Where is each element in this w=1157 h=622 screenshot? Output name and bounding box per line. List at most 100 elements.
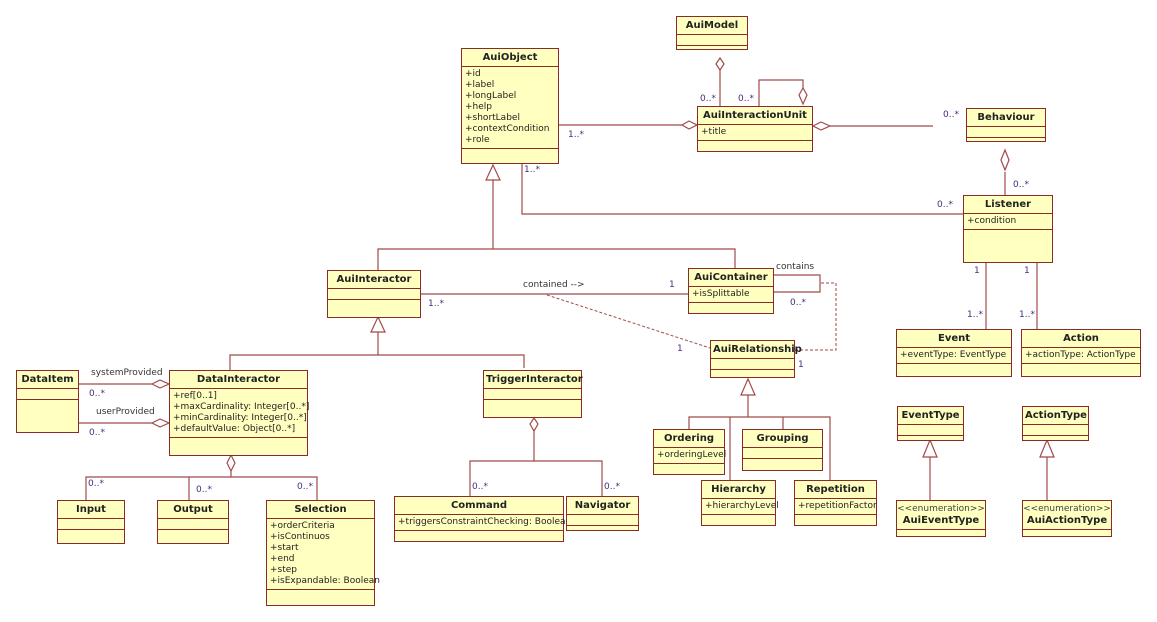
class-ordering[interactable]: Ordering +orderingLevel xyxy=(653,429,726,475)
class-operations xyxy=(170,438,307,444)
multiplicity-label: 0..* xyxy=(700,94,716,104)
class-operations xyxy=(897,530,985,536)
edge-gen-branch xyxy=(377,248,736,270)
attribute: +end xyxy=(270,554,295,564)
multiplicity-label: 0..* xyxy=(738,94,754,104)
class-output[interactable]: Output xyxy=(157,500,229,544)
class-attributes xyxy=(484,389,581,400)
class-actiontype[interactable]: ActionType xyxy=(1022,406,1089,441)
class-eventtype[interactable]: EventType xyxy=(897,406,964,441)
class-name: AuiModel xyxy=(677,17,747,35)
triangle-eventtype xyxy=(922,438,938,458)
class-auimodel[interactable]: AuiModel xyxy=(676,16,748,50)
class-attributes: +condition xyxy=(964,214,1052,230)
class-operations xyxy=(267,590,374,596)
class-selection[interactable]: Selection +orderCriteria +isContinuos +s… xyxy=(266,500,380,606)
role-label-contained: contained --> xyxy=(523,280,585,290)
class-name: Repetition xyxy=(795,481,876,499)
class-attributes: +eventType: EventType xyxy=(897,348,1011,364)
class-auieventtype[interactable]: <<enumeration>> AuiEventType xyxy=(896,500,986,537)
class-operations xyxy=(967,138,1045,144)
class-datainteractor[interactable]: DataInteractor +ref[0..1] +maxCardinalit… xyxy=(169,370,309,456)
class-grouping[interactable]: Grouping xyxy=(742,429,823,471)
attribute: +step xyxy=(270,565,298,575)
class-auirelationship[interactable]: AuiRelationship xyxy=(710,340,802,378)
attribute: +hierarchyLevel xyxy=(705,501,779,511)
role-label-user-provided: userProvided xyxy=(96,407,155,417)
edge-object-listener xyxy=(521,164,963,215)
class-auicontainer[interactable]: AuiContainer +isSplittable xyxy=(688,268,774,314)
multiplicity-label: 1 xyxy=(1024,266,1030,276)
class-name: Action xyxy=(1022,330,1140,348)
class-auiinteractor[interactable]: AuiInteractor xyxy=(327,270,421,318)
class-name: AuiInteractor xyxy=(328,271,420,289)
class-operations xyxy=(702,515,775,521)
class-operations xyxy=(328,300,420,306)
class-triggerinteractor[interactable]: TriggerInteractor xyxy=(483,370,583,418)
class-attributes xyxy=(58,519,124,530)
attribute: +label xyxy=(465,80,495,90)
multiplicity-label: 0..* xyxy=(937,200,953,210)
attribute: +isContinuos xyxy=(270,532,330,542)
diamond-iu-self xyxy=(798,86,808,106)
class-operations xyxy=(1023,530,1111,536)
class-operations xyxy=(17,400,78,406)
attribute: +triggersConstraintChecking: Boolean xyxy=(398,517,572,527)
class-auiobject[interactable]: AuiObject +id +label +longLabel +help +s… xyxy=(461,48,559,164)
class-name: Output xyxy=(158,501,228,519)
class-name: AuiActionType xyxy=(1023,514,1111,530)
class-attributes: +title xyxy=(698,125,812,141)
class-name: AuiRelationship xyxy=(711,341,802,359)
edge-contains-self xyxy=(774,274,821,293)
class-operations xyxy=(484,400,581,406)
multiplicity-label: 1 xyxy=(669,280,675,290)
class-name: AuiInteractionUnit xyxy=(698,107,812,125)
class-attributes: +repetitionFactor xyxy=(795,499,877,515)
class-name: Input xyxy=(58,501,124,519)
class-name: TriggerInteractor xyxy=(484,371,583,389)
diamond-user xyxy=(150,418,171,428)
triangle-actiontype xyxy=(1039,438,1055,458)
class-operations xyxy=(1023,436,1088,442)
class-auiinteractionunit[interactable]: AuiInteractionUnit +title xyxy=(697,106,813,152)
class-navigator[interactable]: Navigator xyxy=(566,496,639,531)
class-input[interactable]: Input xyxy=(57,500,125,544)
edge-trigger-branch xyxy=(469,460,603,496)
class-action[interactable]: Action +actionType: ActionType xyxy=(1021,329,1141,377)
class-dataitem[interactable]: DataItem xyxy=(16,370,79,433)
multiplicity-label: 0..* xyxy=(196,485,212,495)
multiplicity-label: 1 xyxy=(974,266,980,276)
class-name: Ordering xyxy=(654,430,724,448)
class-listener[interactable]: Listener +condition xyxy=(963,195,1053,263)
class-attributes xyxy=(567,515,638,526)
class-stereotype: <<enumeration>> xyxy=(897,504,985,514)
class-auiactiontype[interactable]: <<enumeration>> AuiActionType xyxy=(1022,500,1112,537)
multiplicity-label: 1 xyxy=(798,360,804,370)
class-event[interactable]: Event +eventType: EventType xyxy=(896,329,1012,377)
diamond-system xyxy=(150,379,171,389)
triangle-relationship xyxy=(740,377,756,396)
class-attributes: +actionType: ActionType xyxy=(1022,348,1140,364)
attribute: +minCardinality: Integer[0..*] xyxy=(173,413,307,423)
class-repetition[interactable]: Repetition +repetitionFactor xyxy=(794,480,877,526)
class-name: Listener xyxy=(964,196,1052,214)
attribute: +longLabel xyxy=(465,91,517,101)
attribute: +title xyxy=(701,127,727,137)
class-attributes xyxy=(898,425,963,436)
class-attributes xyxy=(17,389,78,400)
class-operations xyxy=(743,459,822,465)
class-attributes xyxy=(743,448,822,459)
class-operations xyxy=(698,141,812,147)
attribute: +help xyxy=(465,102,492,112)
class-name: ActionType xyxy=(1023,407,1088,425)
class-behaviour[interactable]: Behaviour xyxy=(966,108,1046,142)
class-name: AuiContainer xyxy=(689,269,773,287)
class-operations xyxy=(964,230,1052,236)
class-command[interactable]: Command +triggersConstraintChecking: Boo… xyxy=(394,496,572,542)
class-name: DataItem xyxy=(17,371,78,389)
class-hierarchy[interactable]: Hierarchy +hierarchyLevel xyxy=(701,480,779,526)
class-attributes: +ref[0..1] +maxCardinality: Integer[0..*… xyxy=(170,389,309,438)
diamond-trigger xyxy=(529,416,539,433)
class-operations xyxy=(1022,364,1140,370)
class-attributes: +triggersConstraintChecking: Boolean xyxy=(395,515,572,531)
